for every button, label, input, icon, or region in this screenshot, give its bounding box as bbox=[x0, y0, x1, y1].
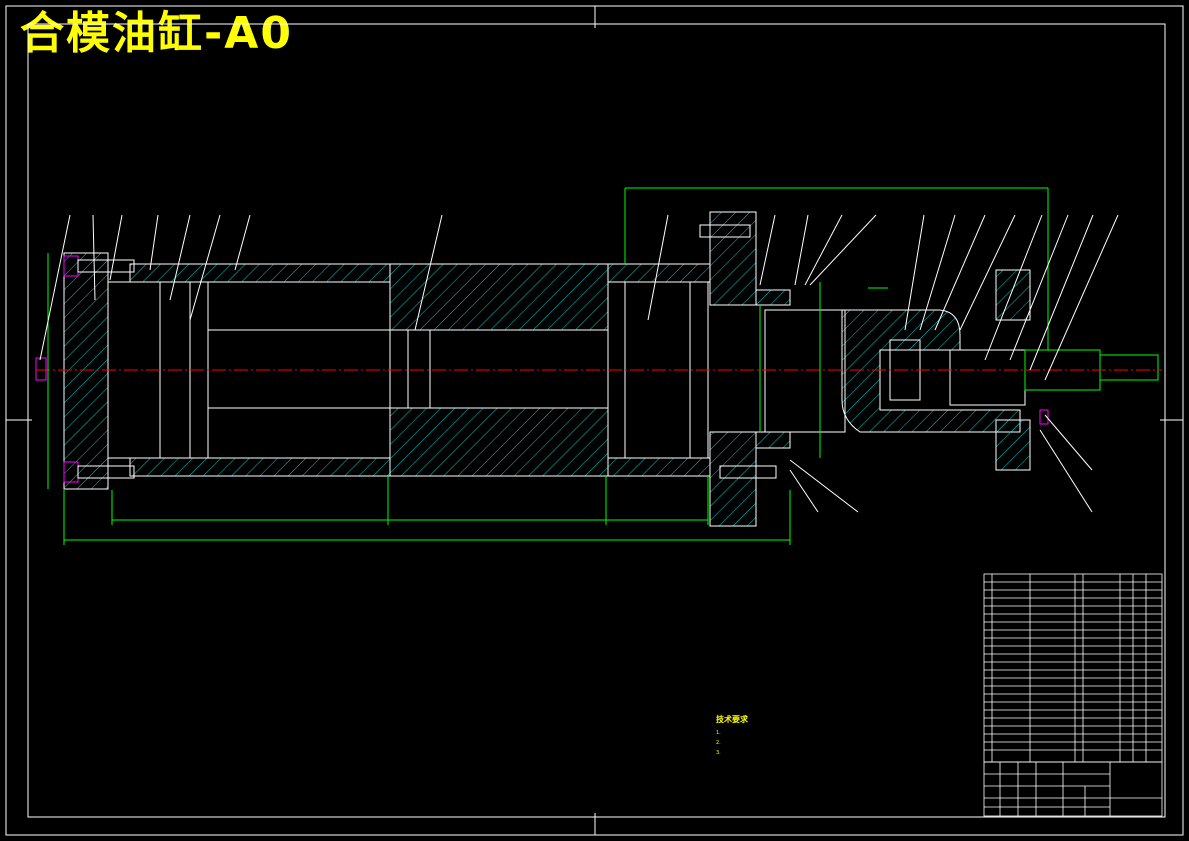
front-wall-bottom bbox=[607, 457, 711, 477]
rod-flange-bottom bbox=[995, 419, 1031, 471]
rod-inner bbox=[207, 329, 391, 409]
ram-housing bbox=[841, 309, 1021, 433]
rear-cap bbox=[63, 252, 109, 490]
technical-requirement-line: 3. bbox=[716, 750, 721, 756]
dimensions bbox=[47, 187, 1049, 545]
title-block bbox=[983, 761, 1163, 817]
ram-rod bbox=[764, 309, 846, 433]
barrel-wall-top bbox=[129, 263, 391, 283]
gland-top bbox=[755, 289, 791, 306]
middle-block-bottom bbox=[389, 407, 609, 477]
gland-bottom bbox=[755, 431, 791, 449]
technical-requirements-heading: 技术要求 bbox=[716, 715, 748, 724]
cylinder-section bbox=[63, 211, 1031, 527]
rod-flange bbox=[995, 269, 1031, 321]
front-wall-top bbox=[607, 263, 711, 283]
technical-requirement-line: 1. bbox=[716, 730, 721, 736]
hydraulic-cylinder-drawing bbox=[5, 5, 1184, 836]
technical-requirement-line: 2. bbox=[716, 740, 721, 746]
parts-list bbox=[983, 573, 1163, 763]
rod-end bbox=[949, 349, 1026, 406]
front-flange-bottom bbox=[709, 431, 757, 527]
barrel-wall-bottom bbox=[129, 457, 391, 477]
center-piston bbox=[407, 329, 431, 409]
front-flange-top bbox=[709, 211, 757, 306]
rod-tip bbox=[1099, 354, 1159, 381]
